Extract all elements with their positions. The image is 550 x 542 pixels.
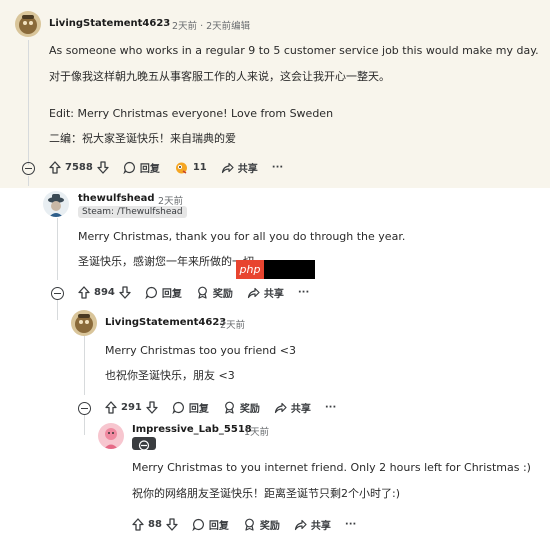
avatar[interactable] — [71, 310, 97, 336]
award-button[interactable]: 奖励 — [243, 517, 280, 532]
comment-timestamp: · 2天前 — [152, 196, 184, 207]
avatar[interactable] — [43, 191, 69, 217]
comment-timestamp: · 2天前 — [214, 320, 246, 331]
reply-button[interactable]: 回复 — [172, 400, 209, 415]
award-icon — [245, 518, 254, 531]
more-options-button[interactable]: ··· — [345, 519, 356, 530]
comment-text: As someone who works in a regular 9 to 5… — [49, 44, 539, 57]
comment-actions: 291 回复 奖励 共享 ··· — [105, 400, 350, 415]
reply-button[interactable]: 回复 — [145, 285, 182, 300]
more-options-button[interactable]: ··· — [272, 162, 283, 173]
comment-text-translation: 祝你的网络朋友圣诞快乐！距离圣诞节只剩2个小时了:) — [132, 487, 400, 500]
award-icon — [197, 286, 207, 299]
comment-timestamp: · 2天前 · 2天前编辑 — [166, 21, 251, 32]
avatar[interactable] — [15, 11, 41, 37]
comment-text-translation: 对于像我这样朝九晚五从事客服工作的人来说，这会让我开心一整天。 — [49, 70, 390, 83]
comment-author[interactable]: LivingStatement4623 — [49, 18, 170, 29]
comment-actions: 7588 回复 11 共享 ··· — [49, 160, 297, 175]
more-options-button[interactable]: ··· — [325, 402, 336, 413]
comment-text-translation: 也祝你圣诞快乐，朋友 <3 — [105, 369, 235, 382]
downvote-icon[interactable] — [97, 161, 109, 174]
user-flair-badge — [132, 437, 156, 451]
downvote-icon[interactable] — [166, 518, 178, 531]
comment-author[interactable]: Impressive_Lab_5518 — [132, 424, 252, 435]
comment-bubble-icon — [172, 401, 184, 414]
upvote-icon[interactable] — [132, 518, 144, 531]
thread-line[interactable] — [57, 218, 58, 280]
award-button[interactable]: 奖励 — [223, 400, 260, 415]
comment-bubble-icon — [145, 286, 157, 299]
reply-button[interactable]: 回复 — [192, 517, 229, 532]
comment-text: Edit: Merry Christmas everyone! Love fro… — [49, 107, 334, 120]
reply-button[interactable]: 回复 — [123, 160, 160, 175]
comment-bubble-icon — [123, 161, 135, 174]
more-options-button[interactable]: ··· — [298, 287, 309, 298]
award-button[interactable]: 11 — [174, 160, 207, 175]
award-button[interactable]: 奖励 — [196, 285, 233, 300]
thread-line[interactable] — [84, 335, 85, 395]
comment-author[interactable]: thewulfshead — [78, 193, 155, 204]
watermark: php — [236, 260, 315, 279]
upvote-icon[interactable] — [105, 401, 117, 414]
share-icon — [247, 287, 260, 298]
award-icon — [224, 401, 234, 414]
vote-count: 291 — [121, 402, 142, 413]
comment-text: Merry Christmas, thank you for all you d… — [78, 230, 406, 243]
comment-actions: 88 回复 奖励 共享 ··· — [132, 517, 370, 532]
vote-count: 894 — [94, 287, 115, 298]
share-button[interactable]: 共享 — [294, 517, 331, 532]
watermark-logo: php — [236, 260, 264, 279]
share-button[interactable]: 共享 — [274, 400, 311, 415]
share-button[interactable]: 共享 — [221, 160, 258, 175]
comment-author[interactable]: LivingStatement4623 — [105, 317, 226, 328]
thread-line[interactable] — [84, 415, 85, 435]
upvote-icon[interactable] — [78, 286, 90, 299]
award-count: 11 — [192, 162, 207, 173]
collapse-thread-button[interactable] — [22, 162, 35, 175]
comment-text-translation: 二编：祝大家圣诞快乐！来自瑞典的爱 — [49, 132, 236, 145]
share-icon — [294, 519, 307, 530]
user-flair: Steam: /Thewulfshead — [78, 206, 187, 218]
collapse-thread-button[interactable] — [78, 402, 91, 415]
share-icon — [274, 402, 287, 413]
vote-count: 88 — [148, 519, 162, 530]
thread-line[interactable] — [57, 300, 58, 320]
comment-bubble-icon — [192, 518, 204, 531]
avatar[interactable] — [98, 423, 124, 449]
thread-line[interactable] — [28, 176, 29, 186]
badge-icon — [138, 440, 150, 451]
comment-text: Merry Christmas too you friend <3 — [105, 344, 296, 357]
downvote-icon[interactable] — [146, 401, 158, 414]
thread-line[interactable] — [28, 40, 29, 165]
comment-timestamp: · 1天前 — [238, 427, 270, 438]
downvote-icon[interactable] — [119, 286, 131, 299]
share-icon — [221, 162, 234, 173]
award-emoji-icon — [175, 162, 187, 174]
vote-count: 7588 — [65, 162, 93, 173]
collapse-thread-button[interactable] — [51, 287, 64, 300]
comment-text: Merry Christmas to you internet friend. … — [132, 461, 531, 474]
comment-actions: 894 回复 奖励 共享 ··· — [78, 285, 323, 300]
upvote-icon[interactable] — [49, 161, 61, 174]
share-button[interactable]: 共享 — [247, 285, 284, 300]
